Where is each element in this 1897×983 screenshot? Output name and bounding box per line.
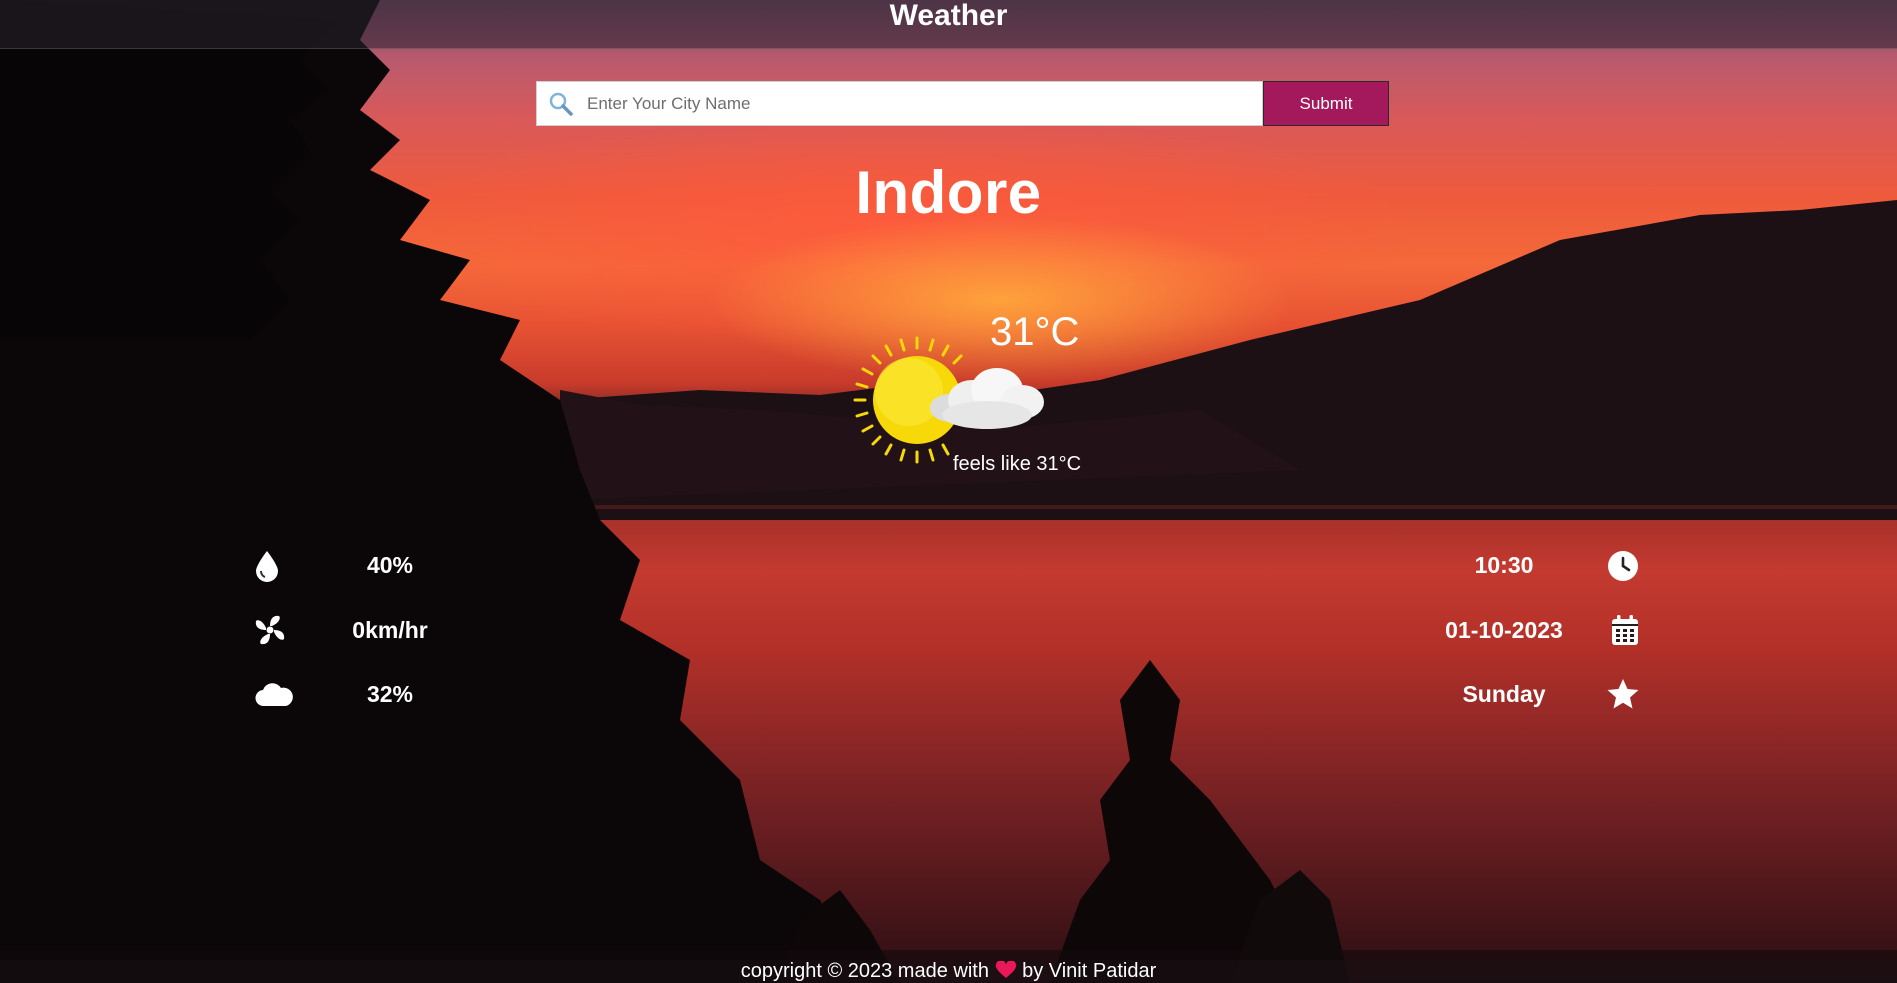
- city-name: Indore: [855, 159, 1042, 226]
- humidity-value: 40%: [366, 552, 414, 578]
- cloudiness-value: 32%: [366, 681, 414, 707]
- date-value: 01-10-2023: [1445, 617, 1563, 643]
- heart-icon: [995, 960, 1017, 983]
- wind-fan-icon: [250, 610, 290, 650]
- landscape-silhouette: [0, 0, 1897, 983]
- clock-icon: [1603, 546, 1643, 586]
- star-icon: [1603, 674, 1643, 714]
- wind-speed-value: 0km/hr: [352, 617, 428, 643]
- search-form: Submit: [536, 81, 1389, 126]
- footer-copyright: copyright © 2023 made with: [740, 960, 989, 982]
- search-box: [536, 81, 1263, 126]
- time-value: 10:30: [1474, 552, 1534, 578]
- background: Weather Submit Indore: [0, 0, 1897, 983]
- city-search-input[interactable]: [579, 92, 1262, 115]
- feels-like: feels like 31°C: [953, 453, 1082, 475]
- app-title: Weather: [889, 0, 1008, 32]
- day-value: Sunday: [1462, 681, 1546, 707]
- footer-author: by Vinit Patidar: [1022, 960, 1157, 982]
- temperature: 31°C: [990, 310, 1080, 354]
- calendar-icon: [1605, 610, 1645, 650]
- search-icon: [543, 82, 579, 125]
- humidity-drop-icon: [247, 546, 287, 586]
- cloud-icon: [254, 674, 294, 714]
- app-header: Weather: [0, 0, 1897, 49]
- footer: copyright © 2023 made with by Vinit Pati…: [0, 960, 1897, 983]
- submit-button[interactable]: Submit: [1263, 81, 1389, 126]
